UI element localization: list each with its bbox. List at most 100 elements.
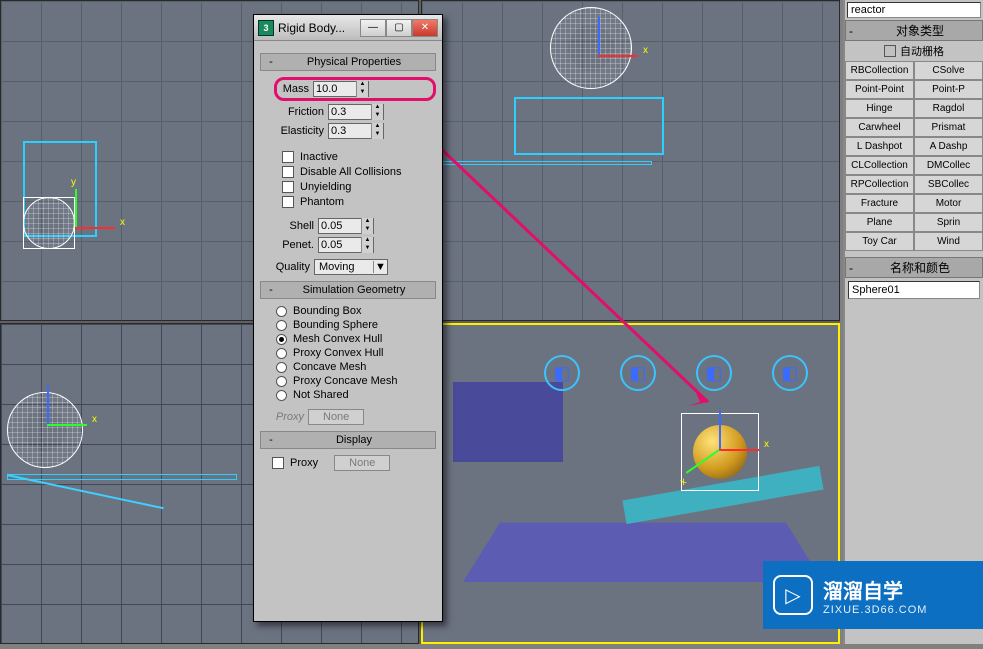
maximize-button[interactable]: ▢ <box>386 19 412 37</box>
create-type-button[interactable]: Point-P <box>914 80 983 99</box>
friction-spinner[interactable]: ▲▼ <box>328 104 384 120</box>
play-icon: ▷ <box>773 575 813 615</box>
shell-spinner[interactable]: ▲▼ <box>318 218 374 234</box>
radio-icon[interactable] <box>276 334 287 345</box>
penet-label: Penet. <box>274 239 314 251</box>
radio-icon[interactable] <box>276 376 287 387</box>
simgeom-option[interactable]: Bounding Sphere <box>276 319 436 331</box>
friction-input[interactable] <box>329 105 371 119</box>
create-type-button[interactable]: Point-Point <box>845 80 914 99</box>
mass-input[interactable] <box>314 82 356 96</box>
helper-icon[interactable]: ◧ <box>620 355 656 391</box>
create-type-button[interactable]: Carwheel <box>845 118 914 137</box>
create-type-button[interactable]: DMCollec <box>914 156 983 175</box>
create-type-button[interactable]: Prismat <box>914 118 983 137</box>
radio-label: Bounding Sphere <box>293 319 378 331</box>
create-type-button[interactable]: L Dashpot <box>845 137 914 156</box>
elasticity-input[interactable] <box>329 124 371 138</box>
simgeom-option[interactable]: Not Shared <box>276 389 436 401</box>
viewport-front[interactable] <box>421 0 840 321</box>
rollout-simulation-geometry[interactable]: - Simulation Geometry <box>260 281 436 299</box>
object-name-input[interactable]: Sphere01 <box>848 281 980 299</box>
disable-collisions-checkbox[interactable] <box>282 166 294 178</box>
autogrid-label: 自动栅格 <box>900 43 944 59</box>
spin-down-icon[interactable]: ▼ <box>356 89 368 97</box>
watermark-url: ZIXUE.3D66.COM <box>823 604 927 616</box>
inactive-checkbox[interactable] <box>282 151 294 163</box>
create-type-button[interactable]: Wind <box>914 232 983 251</box>
collapse-icon: - <box>265 56 277 68</box>
create-type-button[interactable]: Toy Car <box>845 232 914 251</box>
mass-row-highlight: Mass ▲▼ <box>274 77 436 101</box>
axis-gizmo <box>588 25 648 85</box>
simgeom-option[interactable]: Proxy Concave Mesh <box>276 375 436 387</box>
mass-spinner[interactable]: ▲▼ <box>313 81 369 97</box>
simgeom-option[interactable]: Bounding Box <box>276 305 436 317</box>
inactive-checkbox-row: Inactive <box>282 151 436 163</box>
close-button[interactable]: ✕ <box>412 19 438 37</box>
elasticity-spinner[interactable]: ▲▼ <box>328 123 384 139</box>
object-outline <box>514 97 664 155</box>
phantom-label: Phantom <box>300 196 344 208</box>
radio-label: Mesh Convex Hull <box>293 333 382 345</box>
collapse-icon: - <box>265 434 277 446</box>
rollout-display[interactable]: - Display <box>260 431 436 449</box>
penet-input[interactable] <box>319 238 361 252</box>
phantom-checkbox[interactable] <box>282 196 294 208</box>
autogrid-checkbox[interactable] <box>884 45 896 57</box>
create-type-button[interactable]: Fracture <box>845 194 914 213</box>
axis-gizmo <box>37 394 97 454</box>
shell-label: Shell <box>278 220 314 232</box>
minimize-button[interactable]: — <box>360 19 386 37</box>
rollout-label: Display <box>277 434 431 446</box>
helper-icon[interactable]: ◧ <box>696 355 732 391</box>
proxy-none-button[interactable]: None <box>308 409 364 425</box>
radio-label: Proxy Convex Hull <box>293 347 383 359</box>
category-dropdown[interactable]: reactor <box>847 2 981 18</box>
create-type-button[interactable]: Motor <box>914 194 983 213</box>
rollout-name-and-color[interactable]: - 名称和颜色 <box>845 257 983 278</box>
rollout-object-types[interactable]: - 对象类型 <box>845 20 983 41</box>
spin-up-icon[interactable]: ▲ <box>356 81 368 89</box>
radio-icon[interactable] <box>276 390 287 401</box>
create-type-button[interactable]: CSolve <box>914 61 983 80</box>
create-type-button[interactable]: RBCollection <box>845 61 914 80</box>
unyielding-label: Unyielding <box>300 181 351 193</box>
mass-label: Mass <box>279 83 309 95</box>
create-type-button[interactable]: CLCollection <box>845 156 914 175</box>
helper-icon[interactable]: ◧ <box>772 355 808 391</box>
simgeom-option[interactable]: Concave Mesh <box>276 361 436 373</box>
simgeom-option[interactable]: Proxy Convex Hull <box>276 347 436 359</box>
display-proxy-none-button[interactable]: None <box>334 455 390 471</box>
helper-icon[interactable]: ◧ <box>544 355 580 391</box>
quality-label: Quality <box>262 261 310 273</box>
penet-spinner[interactable]: ▲▼ <box>318 237 374 253</box>
radio-icon[interactable] <box>276 306 287 317</box>
create-type-button[interactable]: RPCollection <box>845 175 914 194</box>
create-type-button[interactable]: Sprin <box>914 213 983 232</box>
simgeom-option[interactable]: Mesh Convex Hull <box>276 333 436 345</box>
category-value: reactor <box>851 4 885 16</box>
create-type-button[interactable]: Ragdol <box>914 99 983 118</box>
radio-label: Bounding Box <box>293 305 362 317</box>
object-outline <box>7 474 237 480</box>
create-type-button[interactable]: Plane <box>845 213 914 232</box>
radio-icon[interactable] <box>276 362 287 373</box>
display-proxy-label: Proxy <box>290 457 318 469</box>
create-type-button[interactable]: Hinge <box>845 99 914 118</box>
radio-icon[interactable] <box>276 348 287 359</box>
create-type-button[interactable]: SBCollec <box>914 175 983 194</box>
rollout-physical-properties[interactable]: - Physical Properties <box>260 53 436 71</box>
command-panel: reactor - 对象类型 自动栅格 RBCollectionCSolvePo… <box>843 0 983 644</box>
collapse-icon: - <box>265 284 277 296</box>
quality-dropdown[interactable]: Moving ▼ <box>314 259 388 275</box>
dialog-titlebar[interactable]: 3 Rigid Body... — ▢ ✕ <box>254 15 442 41</box>
elasticity-label: Elasticity <box>260 125 324 137</box>
radio-icon[interactable] <box>276 320 287 331</box>
shell-input[interactable] <box>319 219 361 233</box>
unyielding-checkbox[interactable] <box>282 181 294 193</box>
display-proxy-checkbox[interactable] <box>272 457 284 469</box>
transform-gizmo[interactable] <box>709 419 769 479</box>
create-type-button[interactable]: A Dashp <box>914 137 983 156</box>
radio-label: Not Shared <box>293 389 349 401</box>
